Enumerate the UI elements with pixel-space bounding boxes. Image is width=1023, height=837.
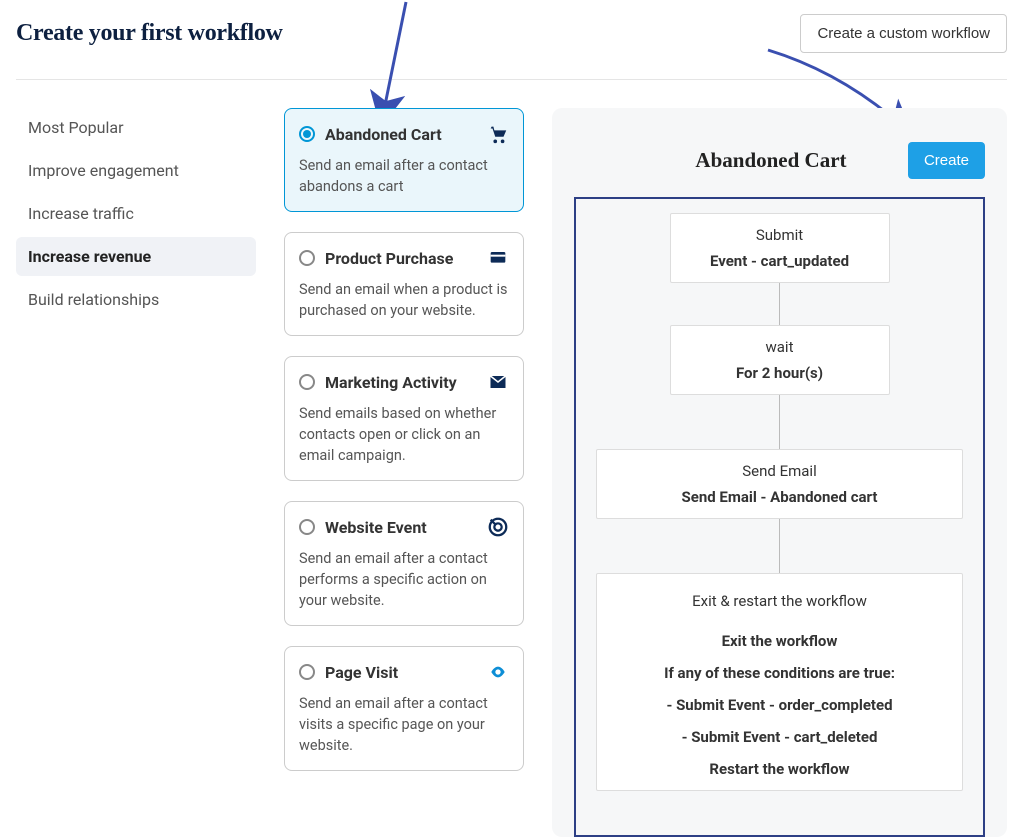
sidebar-item-build-relationships[interactable]: Build relationships [16, 280, 256, 319]
option-title: Website Event [325, 518, 477, 537]
header-divider [16, 79, 1007, 80]
flow-node-exit: Exit & restart the workflow Exit the wor… [596, 573, 963, 791]
target-icon [487, 516, 509, 538]
option-desc: Send emails based on whether contacts op… [299, 403, 509, 466]
category-sidebar: Most Popular Improve engagement Increase… [16, 108, 256, 837]
exit-line: - Submit Event - cart_deleted [607, 728, 952, 746]
flow-node-send-email: Send Email Send Email - Abandoned cart [596, 449, 963, 519]
node-title: Send Email [607, 462, 952, 480]
workflow-template-list: Abandoned Cart Send an email after a con… [284, 108, 524, 837]
create-custom-workflow-button[interactable]: Create a custom workflow [800, 14, 1007, 53]
exit-line: Restart the workflow [607, 760, 952, 778]
workflow-preview-panel: Abandoned Cart Create Submit Event - car… [552, 108, 1007, 837]
node-subtitle: For 2 hour(s) [681, 364, 879, 382]
sidebar-item-improve-engagement[interactable]: Improve engagement [16, 151, 256, 190]
workflow-canvas: Submit Event - cart_updated wait For 2 h… [574, 197, 985, 837]
page-title: Create your first workflow [16, 20, 283, 47]
option-title: Page Visit [325, 663, 477, 682]
create-button[interactable]: Create [908, 142, 985, 179]
option-title: Abandoned Cart [325, 125, 477, 144]
radio-unselected-icon [299, 664, 315, 680]
sidebar-item-increase-traffic[interactable]: Increase traffic [16, 194, 256, 233]
flow-node-submit: Submit Event - cart_updated [670, 213, 890, 283]
sidebar-item-increase-revenue[interactable]: Increase revenue [16, 237, 256, 276]
radio-unselected-icon [299, 374, 315, 390]
page-header: Create your first workflow Create a cust… [0, 0, 1023, 79]
radio-selected-icon [299, 126, 315, 142]
card-icon [487, 247, 509, 269]
radio-unselected-icon [299, 250, 315, 266]
node-subtitle: Event - cart_updated [681, 252, 879, 270]
option-title: Product Purchase [325, 249, 477, 268]
option-desc: Send an email when a product is purchase… [299, 279, 509, 321]
flow-connector [779, 395, 780, 449]
option-page-visit[interactable]: Page Visit Send an email after a contact… [284, 646, 524, 771]
node-title: Submit [681, 226, 879, 244]
flow-connector [779, 519, 780, 573]
flow-connector [779, 283, 780, 325]
node-title: wait [681, 338, 879, 356]
envelope-icon [487, 371, 509, 393]
radio-unselected-icon [299, 519, 315, 535]
exit-line: Exit the workflow [607, 632, 952, 650]
option-abandoned-cart[interactable]: Abandoned Cart Send an email after a con… [284, 108, 524, 212]
option-title: Marketing Activity [325, 373, 477, 392]
eye-icon [487, 661, 509, 683]
exit-line: If any of these conditions are true: [607, 664, 952, 682]
option-desc: Send an email after a contact abandons a… [299, 155, 509, 197]
panel-title: Abandoned Cart [634, 148, 908, 173]
option-desc: Send an email after a contact performs a… [299, 548, 509, 611]
option-website-event[interactable]: Website Event Send an email after a cont… [284, 501, 524, 626]
option-marketing-activity[interactable]: Marketing Activity Send emails based on … [284, 356, 524, 481]
flow-node-wait: wait For 2 hour(s) [670, 325, 890, 395]
exit-title: Exit & restart the workflow [607, 592, 952, 610]
sidebar-item-most-popular[interactable]: Most Popular [16, 108, 256, 147]
option-product-purchase[interactable]: Product Purchase Send an email when a pr… [284, 232, 524, 336]
node-subtitle: Send Email - Abandoned cart [607, 488, 952, 506]
exit-line: - Submit Event - order_completed [607, 696, 952, 714]
cart-icon [487, 123, 509, 145]
option-desc: Send an email after a contact visits a s… [299, 693, 509, 756]
